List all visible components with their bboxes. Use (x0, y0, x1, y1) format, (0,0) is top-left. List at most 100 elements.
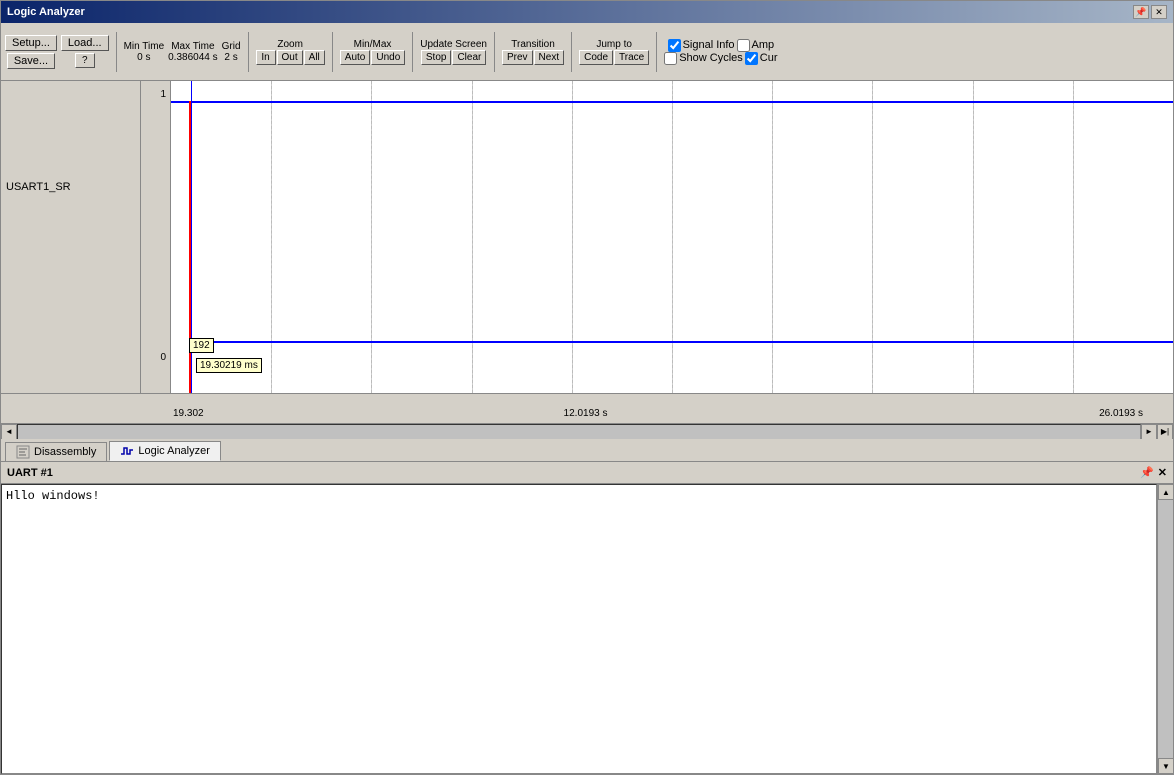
cur-checkbox[interactable] (745, 52, 758, 65)
setup-load-group: Setup... Save... (5, 35, 57, 69)
uart-scroll-up[interactable]: ▲ (1158, 484, 1173, 500)
uart-close-icon[interactable]: ✕ (1158, 466, 1167, 479)
zoom-out-button[interactable]: Out (277, 50, 303, 65)
show-cycles-label: Show Cycles (679, 52, 743, 64)
clear-button[interactable]: Clear (452, 50, 486, 65)
update-screen-section: Update Screen Stop Clear (420, 39, 487, 65)
save-button[interactable]: Save... (7, 53, 55, 69)
signal-high-line (171, 101, 1173, 103)
zoom-buttons: In Out All (256, 50, 325, 65)
max-time-label: Max Time (171, 41, 214, 52)
grid-line-8 (973, 81, 974, 393)
cur-label: Cur (760, 52, 778, 64)
next-button[interactable]: Next (534, 50, 565, 65)
scroll-left-button[interactable]: ◄ (1, 424, 17, 440)
transition-label: Transition (511, 39, 555, 50)
show-cycles-row: Show Cycles Cur (664, 52, 777, 65)
scroll-end-button[interactable]: ▶| (1157, 424, 1173, 440)
time-label-start: 19.302 (173, 408, 204, 419)
grid-line-4 (572, 81, 573, 393)
show-cycles-checkbox[interactable] (664, 52, 677, 65)
pin-button[interactable]: 📌 (1133, 5, 1149, 19)
grid-line-9 (1073, 81, 1074, 393)
zoom-all-button[interactable]: All (304, 50, 325, 65)
cursor-time-tooltip: 19.30219 ms (196, 358, 262, 373)
tab-logic-analyzer-label: Logic Analyzer (138, 445, 210, 457)
sep4 (412, 32, 413, 72)
sep2 (248, 32, 249, 72)
cursor-value-badge: 192 (189, 338, 214, 353)
y-tick-high: 1 (160, 89, 166, 100)
sep7 (656, 32, 657, 72)
grid-line-1 (271, 81, 272, 393)
uart-title: UART #1 (7, 467, 53, 479)
time-bar: 19.302 12.0193 s 26.0193 s (1, 393, 1173, 423)
update-screen-label: Update Screen (420, 39, 487, 50)
sep5 (494, 32, 495, 72)
signal-info-checkbox[interactable] (668, 39, 681, 52)
zoom-in-button[interactable]: In (256, 50, 276, 65)
signal-labels: USART1_SR (1, 81, 141, 393)
uart-scroll-track[interactable] (1158, 500, 1173, 758)
transition-buttons: Prev Next (502, 50, 564, 65)
grid-line-5 (672, 81, 673, 393)
load-button[interactable]: Load... (61, 35, 109, 51)
sep1 (116, 32, 117, 72)
scroll-right-button[interactable]: ► (1141, 424, 1157, 440)
jump-to-section: Jump to Code Trace (579, 39, 649, 65)
horizontal-scrollbar: ◄ ► ▶| (1, 423, 1173, 439)
signal-info-label: Signal Info (683, 39, 735, 51)
minmax-undo-button[interactable]: Undo (371, 50, 405, 65)
minmax-auto-button[interactable]: Auto (340, 50, 371, 65)
waveform-area[interactable]: 192 19.30219 ms (171, 81, 1173, 393)
help-button[interactable]: ? (75, 53, 95, 68)
setup-button[interactable]: Setup... (5, 35, 57, 51)
grid-line-3 (472, 81, 473, 393)
amp-checkbox[interactable] (737, 39, 750, 52)
jump-code-button[interactable]: Code (579, 50, 613, 65)
grid-line-7 (872, 81, 873, 393)
signal-name: USART1_SR (6, 181, 71, 193)
close-button[interactable]: ✕ (1151, 5, 1167, 19)
logic-analyzer-icon (120, 444, 134, 458)
signal-low-line (191, 341, 1173, 343)
signal-info-row: Signal Info Amp (668, 39, 775, 52)
uart-title-bar: UART #1 📌 ✕ (1, 462, 1173, 484)
tab-disassembly-label: Disassembly (34, 446, 96, 458)
minmax-section: Min/Max Auto Undo (340, 39, 405, 65)
update-buttons: Stop Clear (421, 50, 486, 65)
bottom-panel: UART #1 📌 ✕ Hllo windows! ▲ ▼ (1, 462, 1173, 774)
sep3 (332, 32, 333, 72)
uart-title-actions: 📌 ✕ (1140, 466, 1167, 479)
grid-line-6 (772, 81, 773, 393)
main-window: Logic Analyzer 📌 ✕ Setup... Save... Load… (0, 0, 1174, 775)
title-bar: Logic Analyzer 📌 ✕ (1, 1, 1173, 23)
tabs-bar: Disassembly Logic Analyzer (1, 439, 1173, 462)
grid-section: Grid 2 s (222, 41, 241, 63)
max-time-value: 0.386044 s (168, 52, 218, 63)
tab-disassembly[interactable]: Disassembly (5, 442, 107, 461)
uart-scrollbar: ▲ ▼ (1157, 484, 1173, 774)
min-time-value: 0 s (137, 52, 150, 63)
waveform-container: USART1_SR 1 0 (1, 81, 1173, 393)
jump-trace-button[interactable]: Trace (614, 50, 649, 65)
jump-buttons: Code Trace (579, 50, 649, 65)
uart-pin-icon[interactable]: 📌 (1140, 466, 1154, 479)
disassembly-icon (16, 445, 30, 459)
y-tick-low: 0 (160, 352, 166, 363)
time-label-end: 26.0193 s (1099, 408, 1143, 419)
uart-scroll-down[interactable]: ▼ (1158, 758, 1173, 774)
uart-content[interactable]: Hllo windows! (1, 484, 1157, 774)
load-help-group: Load... ? (61, 35, 109, 68)
amp-label: Amp (752, 39, 775, 51)
grid-label: Grid (222, 41, 241, 52)
prev-button[interactable]: Prev (502, 50, 533, 65)
tab-logic-analyzer[interactable]: Logic Analyzer (109, 441, 221, 461)
window-title: Logic Analyzer (7, 6, 85, 18)
checkboxes-section: Signal Info Amp Show Cycles Cur (664, 39, 777, 65)
transition-section: Transition Prev Next (502, 39, 564, 65)
scroll-track-h[interactable] (17, 424, 1141, 440)
stop-button[interactable]: Stop (421, 50, 452, 65)
y-axis: 1 0 (141, 81, 171, 393)
grid-line-2 (371, 81, 372, 393)
